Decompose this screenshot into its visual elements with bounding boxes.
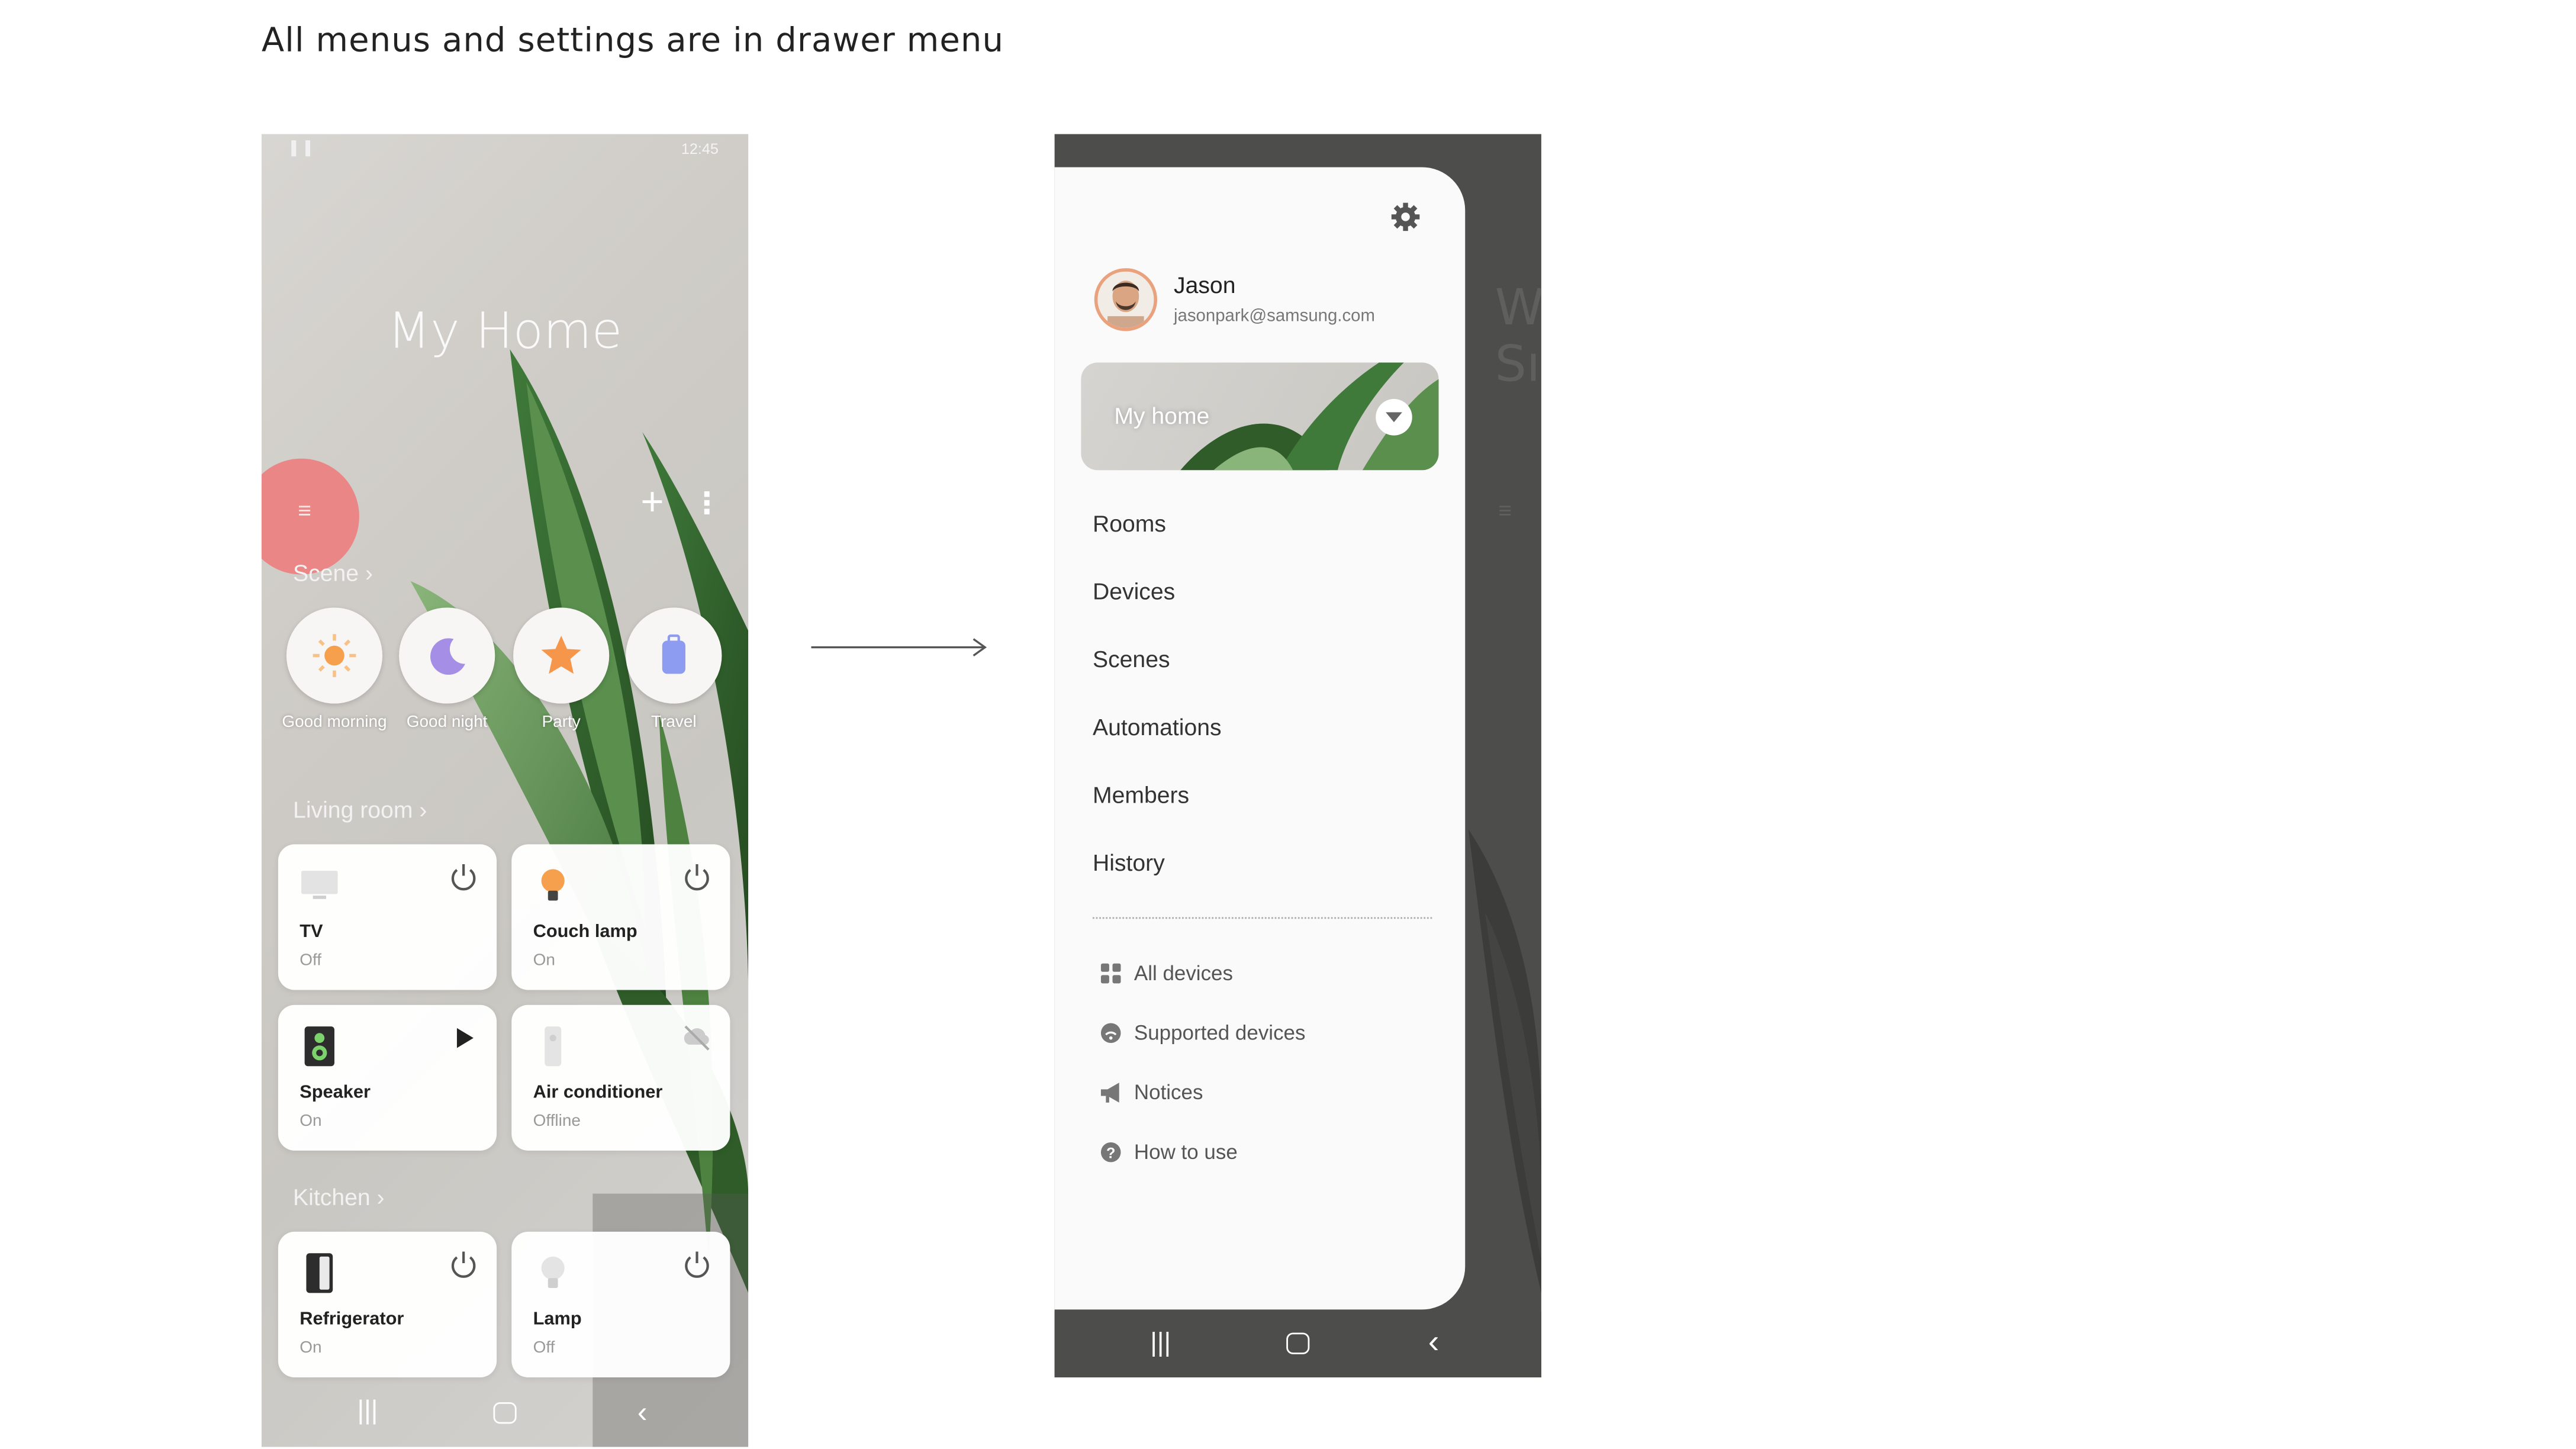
cloud-off-icon[interactable] bbox=[681, 1022, 714, 1055]
power-icon[interactable] bbox=[681, 1248, 714, 1281]
menu-item-members[interactable]: Members bbox=[1093, 781, 1189, 808]
scene-label: Good night bbox=[406, 713, 488, 732]
scene-label: Party bbox=[542, 713, 581, 732]
luggage-icon bbox=[662, 634, 685, 674]
chevron-down-icon[interactable] bbox=[1376, 399, 1412, 436]
scene-travel[interactable] bbox=[626, 607, 722, 704]
device-card-refrigerator[interactable]: Refrigerator On bbox=[278, 1231, 497, 1378]
room-header-kitchen[interactable]: Kitchen › bbox=[293, 1184, 385, 1210]
background-hamburger-icon: ≡ bbox=[1498, 497, 1512, 523]
transition-arrow bbox=[811, 638, 987, 656]
menu-item-label: How to use bbox=[1134, 1139, 1238, 1163]
device-card-air-conditioner[interactable]: Air conditioner Offline bbox=[511, 1004, 730, 1151]
menu-item-automations[interactable]: Automations bbox=[1093, 713, 1222, 740]
power-icon[interactable] bbox=[447, 1248, 480, 1281]
device-card-tv[interactable]: TV Off bbox=[278, 844, 497, 990]
signal-icon: ▌▐ bbox=[291, 140, 310, 156]
tv-icon bbox=[301, 871, 338, 899]
navigation-bar: ||| ‹ bbox=[1054, 1311, 1541, 1378]
refrigerator-icon bbox=[306, 1253, 333, 1293]
back-icon[interactable]: ‹ bbox=[1417, 1325, 1450, 1363]
help-icon: ? bbox=[1097, 1139, 1122, 1164]
plus-icon[interactable]: + bbox=[636, 482, 669, 523]
home-nav-icon[interactable] bbox=[493, 1402, 517, 1424]
menu-item-history[interactable]: History bbox=[1093, 849, 1165, 876]
home-selector-label: My home bbox=[1114, 402, 1210, 429]
menu-item-notices[interactable]: Notices bbox=[1097, 1080, 1203, 1105]
device-status: Off bbox=[533, 1339, 555, 1358]
background-text: Sı bbox=[1495, 336, 1541, 394]
device-status: On bbox=[533, 952, 555, 970]
menu-item-all-devices[interactable]: All devices bbox=[1097, 960, 1233, 985]
menu-item-devices[interactable]: Devices bbox=[1093, 578, 1175, 604]
device-status: On bbox=[300, 1112, 322, 1131]
page-title: My Home bbox=[387, 302, 623, 361]
recents-icon[interactable]: ||| bbox=[1141, 1329, 1180, 1359]
device-name: Refrigerator bbox=[300, 1309, 404, 1329]
scene-party[interactable] bbox=[513, 607, 610, 704]
divider bbox=[1092, 917, 1432, 919]
device-card-couch-lamp[interactable]: Couch lamp On bbox=[511, 844, 730, 990]
background-text: W bbox=[1495, 279, 1541, 338]
grid-icon bbox=[1097, 960, 1122, 985]
menu-item-scenes[interactable]: Scenes bbox=[1093, 646, 1170, 672]
kebab-icon[interactable]: ⋮ bbox=[692, 484, 722, 523]
recents-icon[interactable]: ||| bbox=[347, 1398, 387, 1427]
speaker-icon bbox=[304, 1026, 334, 1067]
status-time: 12:45 bbox=[681, 140, 719, 157]
device-status: Offline bbox=[533, 1112, 581, 1131]
menu-item-how-to-use[interactable]: ? How to use bbox=[1097, 1139, 1238, 1164]
star-icon bbox=[541, 636, 581, 674]
scene-label: Good morning bbox=[282, 713, 387, 732]
page-caption: All menus and settings are in drawer men… bbox=[261, 20, 1004, 60]
moon-icon bbox=[430, 638, 465, 675]
menu-item-label: All devices bbox=[1134, 961, 1233, 984]
scene-label: Travel bbox=[651, 713, 697, 732]
lamp-icon bbox=[541, 869, 565, 901]
user-avatar-image bbox=[1097, 271, 1154, 328]
room-header-living-room[interactable]: Living room › bbox=[293, 796, 427, 823]
back-icon[interactable]: ‹ bbox=[626, 1396, 659, 1431]
menu-item-supported-devices[interactable]: Supported devices bbox=[1097, 1020, 1305, 1045]
scene-good-morning[interactable] bbox=[286, 607, 383, 704]
bulb-icon bbox=[541, 1256, 565, 1288]
device-name: TV bbox=[300, 922, 323, 942]
menu-item-label: Notices bbox=[1134, 1080, 1203, 1104]
device-name: Speaker bbox=[300, 1083, 371, 1103]
device-status: On bbox=[300, 1339, 322, 1358]
power-icon[interactable] bbox=[447, 861, 480, 894]
play-icon[interactable] bbox=[447, 1022, 480, 1055]
device-card-lamp[interactable]: Lamp Off bbox=[511, 1231, 730, 1378]
home-selector[interactable]: My home bbox=[1081, 362, 1439, 471]
device-name: Air conditioner bbox=[533, 1083, 663, 1103]
device-card-speaker[interactable]: Speaker On bbox=[278, 1004, 497, 1151]
user-email: jasonpark@samsung.com bbox=[1174, 306, 1375, 326]
scene-good-night[interactable] bbox=[399, 607, 495, 704]
svg-text:?: ? bbox=[1106, 1144, 1115, 1161]
status-bar: ▌▐ 12:45 bbox=[262, 134, 748, 164]
device-status: Off bbox=[300, 952, 322, 970]
wifi-icon bbox=[1097, 1020, 1122, 1045]
user-name: Jason bbox=[1174, 271, 1236, 298]
device-name: Lamp bbox=[533, 1309, 582, 1329]
home-screen: ▌▐ 12:45 My Home ≡ + ⋮ Scene › Good morn… bbox=[261, 134, 749, 1447]
scene-header[interactable]: Scene › bbox=[293, 559, 373, 586]
hamburger-icon[interactable]: ≡ bbox=[291, 497, 318, 523]
device-name: Couch lamp bbox=[533, 922, 637, 942]
home-nav-icon[interactable] bbox=[1286, 1332, 1310, 1354]
air-conditioner-icon bbox=[545, 1026, 562, 1067]
sun-icon bbox=[313, 634, 356, 677]
gear-icon[interactable] bbox=[1389, 200, 1422, 233]
megaphone-icon bbox=[1097, 1080, 1122, 1105]
power-icon[interactable] bbox=[681, 861, 714, 894]
menu-item-rooms[interactable]: Rooms bbox=[1093, 510, 1166, 536]
avatar[interactable] bbox=[1094, 268, 1158, 331]
menu-item-label: Supported devices bbox=[1134, 1020, 1306, 1044]
